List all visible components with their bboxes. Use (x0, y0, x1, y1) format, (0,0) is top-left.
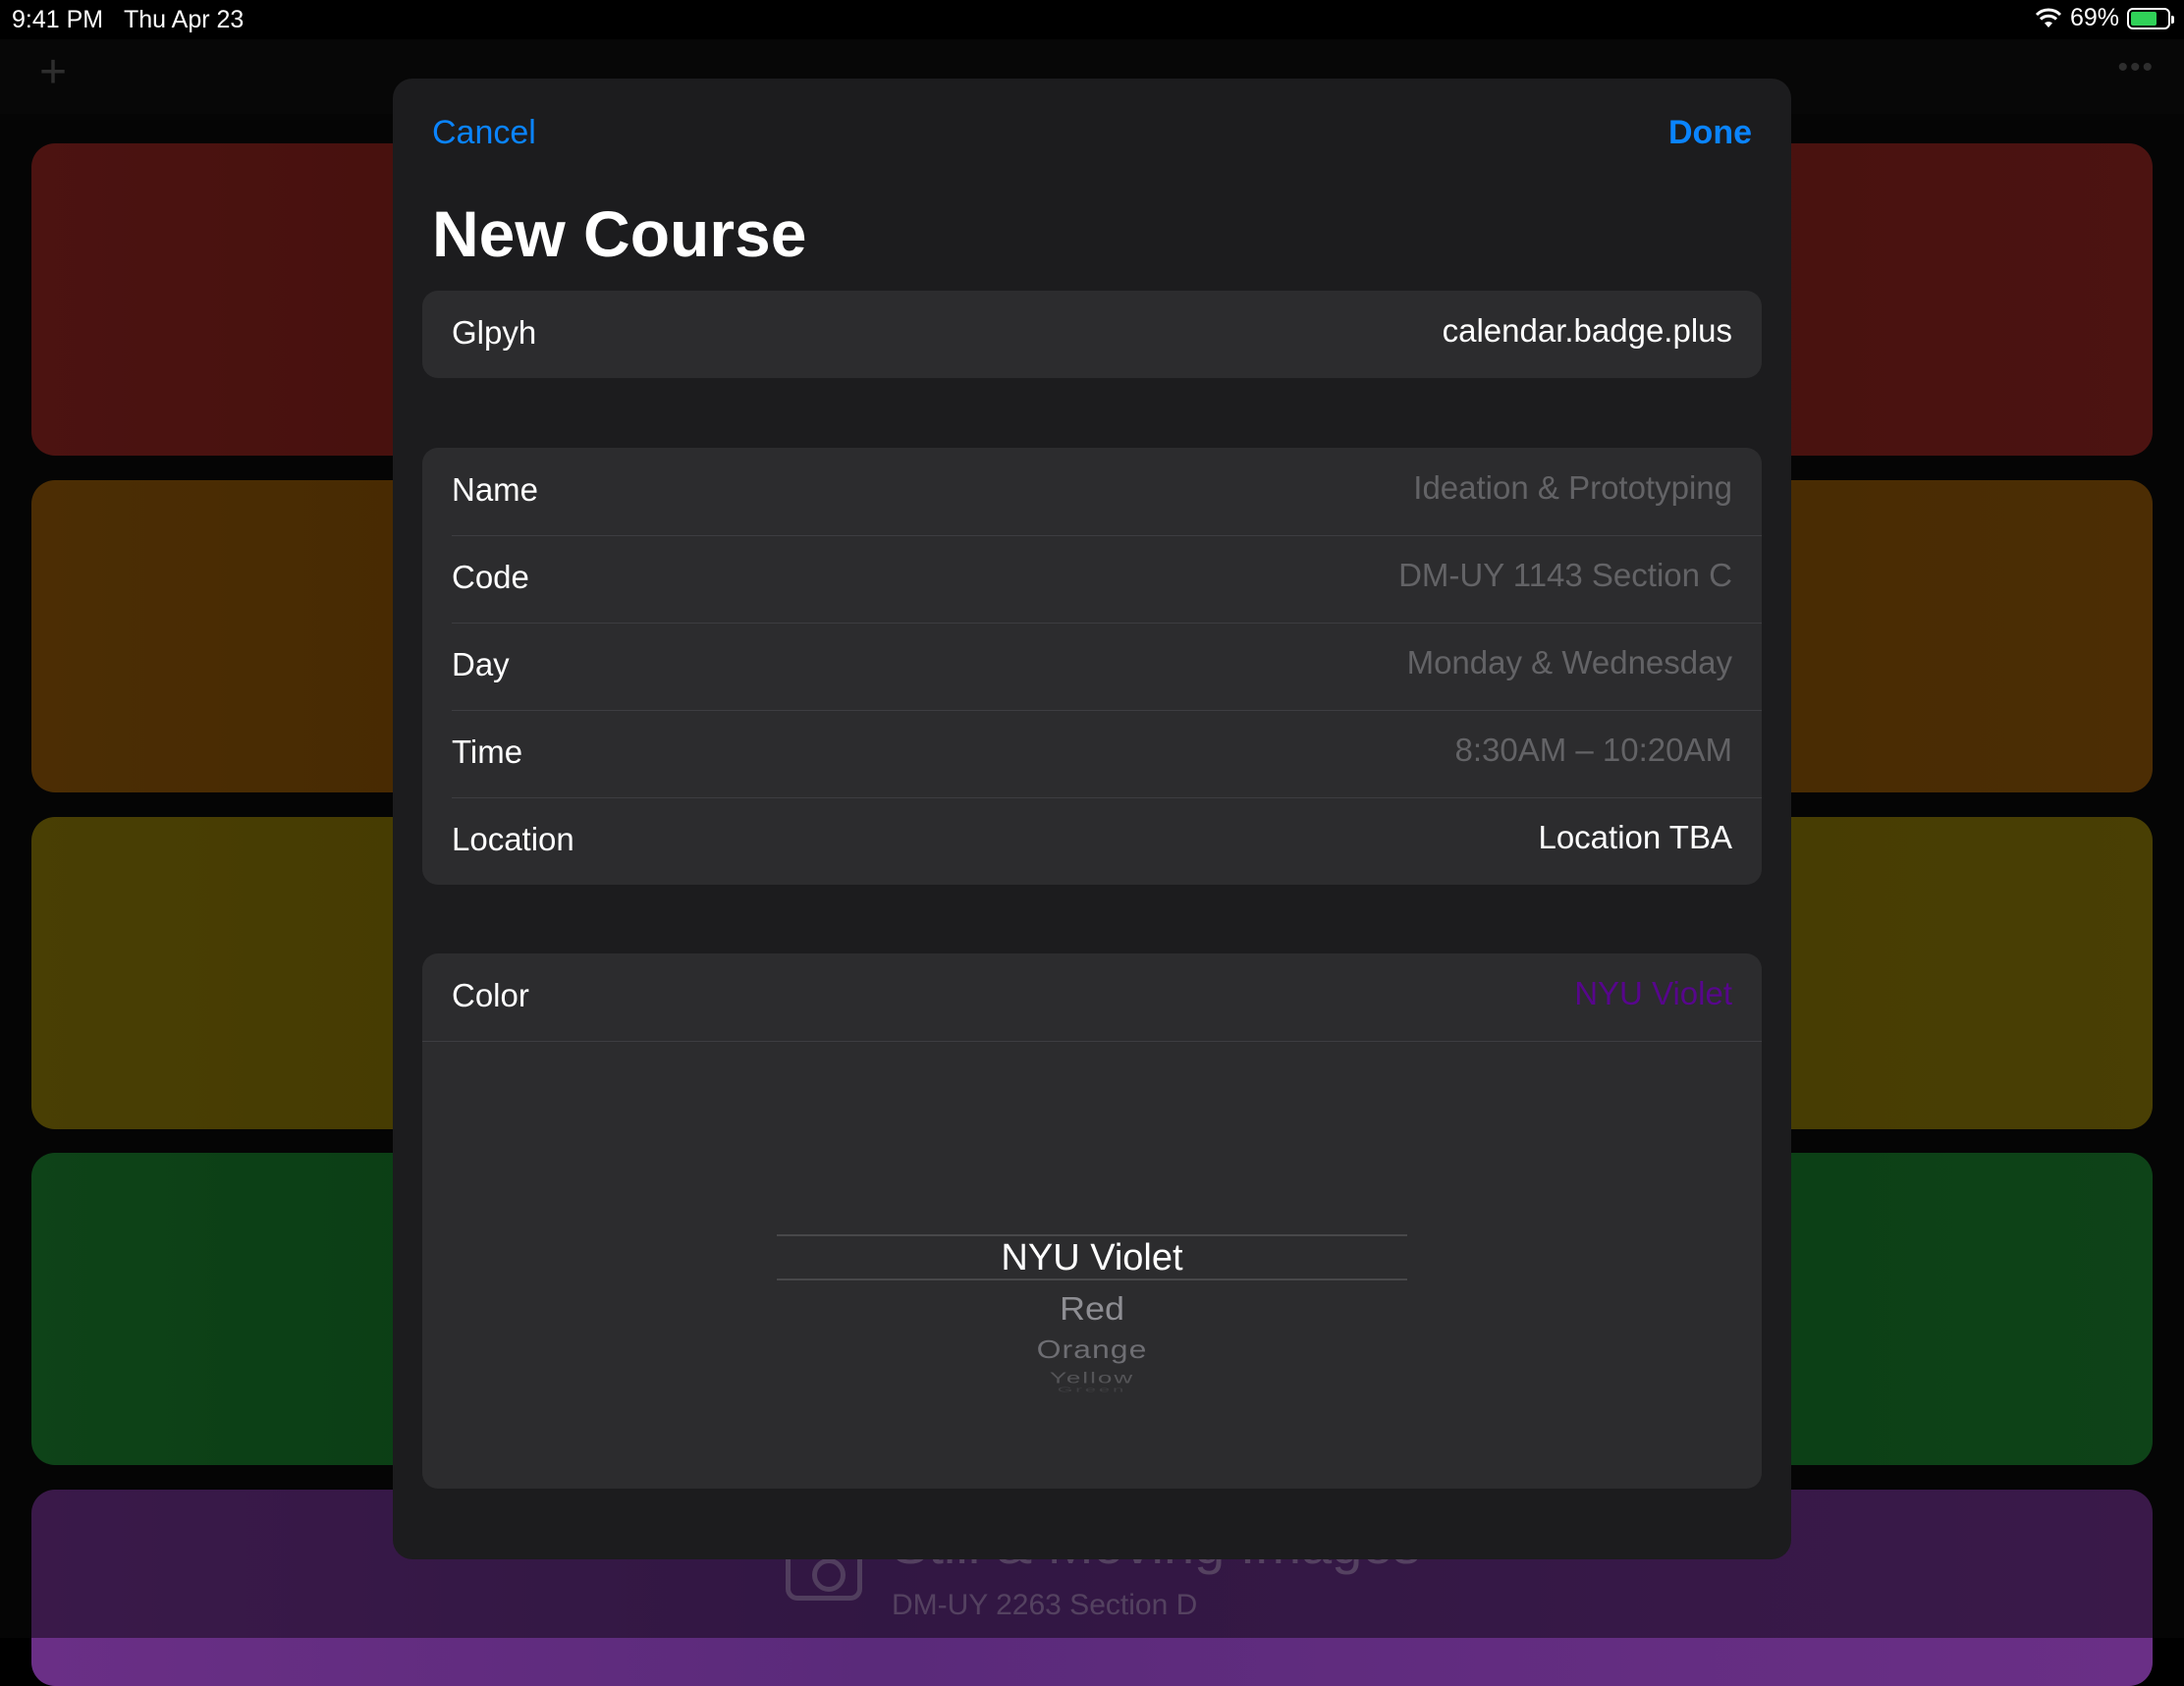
time-field[interactable]: 8:30AM – 10:20AM (1455, 732, 1733, 769)
name-field[interactable]: Ideation & Prototyping (1413, 469, 1732, 507)
name-row[interactable]: Name Ideation & Prototyping (422, 448, 1762, 535)
time-row[interactable]: Time 8:30AM – 10:20AM (422, 710, 1762, 797)
color-value: NYU Violet (1574, 975, 1732, 1011)
battery-icon (2127, 7, 2174, 29)
new-course-sheet: Cancel Done New Course Glpyh calendar.ba… (393, 79, 1791, 1559)
status-time: 9:41 PM (12, 6, 104, 33)
location-field[interactable]: Location TBA (1538, 819, 1732, 856)
battery-percent: 69% (2069, 4, 2119, 31)
time-label: Time (452, 734, 523, 770)
status-right: 69% (2035, 4, 2174, 32)
picker-option[interactable]: Orange (422, 1335, 1762, 1365)
glyph-value: calendar.badge.plus (1442, 312, 1732, 349)
picker-option-selected[interactable]: NYU Violet (422, 1237, 1762, 1279)
day-field[interactable]: Monday & Wednesday (1407, 644, 1732, 681)
picker-option[interactable]: Red (422, 1290, 1762, 1329)
code-field[interactable]: DM-UY 1143 Section C (1398, 557, 1732, 594)
color-section: Color NYU Violet NYU Violet Red Orange Y… (422, 953, 1762, 1489)
glyph-label: Glpyh (452, 314, 537, 351)
status-bar: 9:41 PM Thu Apr 23 69% (0, 0, 2184, 39)
color-label: Color (452, 977, 529, 1013)
glyph-row[interactable]: Glpyh calendar.badge.plus (422, 291, 1762, 378)
location-label: Location (452, 821, 574, 857)
day-row[interactable]: Day Monday & Wednesday (422, 623, 1762, 710)
picker-selection-top-line (777, 1234, 1407, 1236)
code-label: Code (452, 559, 529, 595)
location-row[interactable]: Location Location TBA (422, 797, 1762, 885)
code-row[interactable]: Code DM-UY 1143 Section C (422, 535, 1762, 623)
color-row[interactable]: Color NYU Violet (422, 953, 1762, 1041)
page-title: New Course (432, 197, 807, 270)
done-button[interactable]: Done (1668, 114, 1752, 152)
picker-option[interactable]: Green (422, 1386, 1762, 1393)
day-label: Day (452, 646, 510, 682)
color-picker-wheel[interactable]: NYU Violet Red Orange Yellow Green (422, 1041, 1762, 1489)
wifi-icon (2035, 8, 2062, 27)
details-section: Name Ideation & Prototyping Code DM-UY 1… (422, 448, 1762, 885)
picker-option[interactable]: Yellow (422, 1369, 1762, 1387)
status-date: Thu Apr 23 (124, 6, 245, 33)
cancel-button[interactable]: Cancel (432, 114, 536, 152)
glyph-section: Glpyh calendar.badge.plus (422, 291, 1762, 378)
name-label: Name (452, 471, 539, 508)
